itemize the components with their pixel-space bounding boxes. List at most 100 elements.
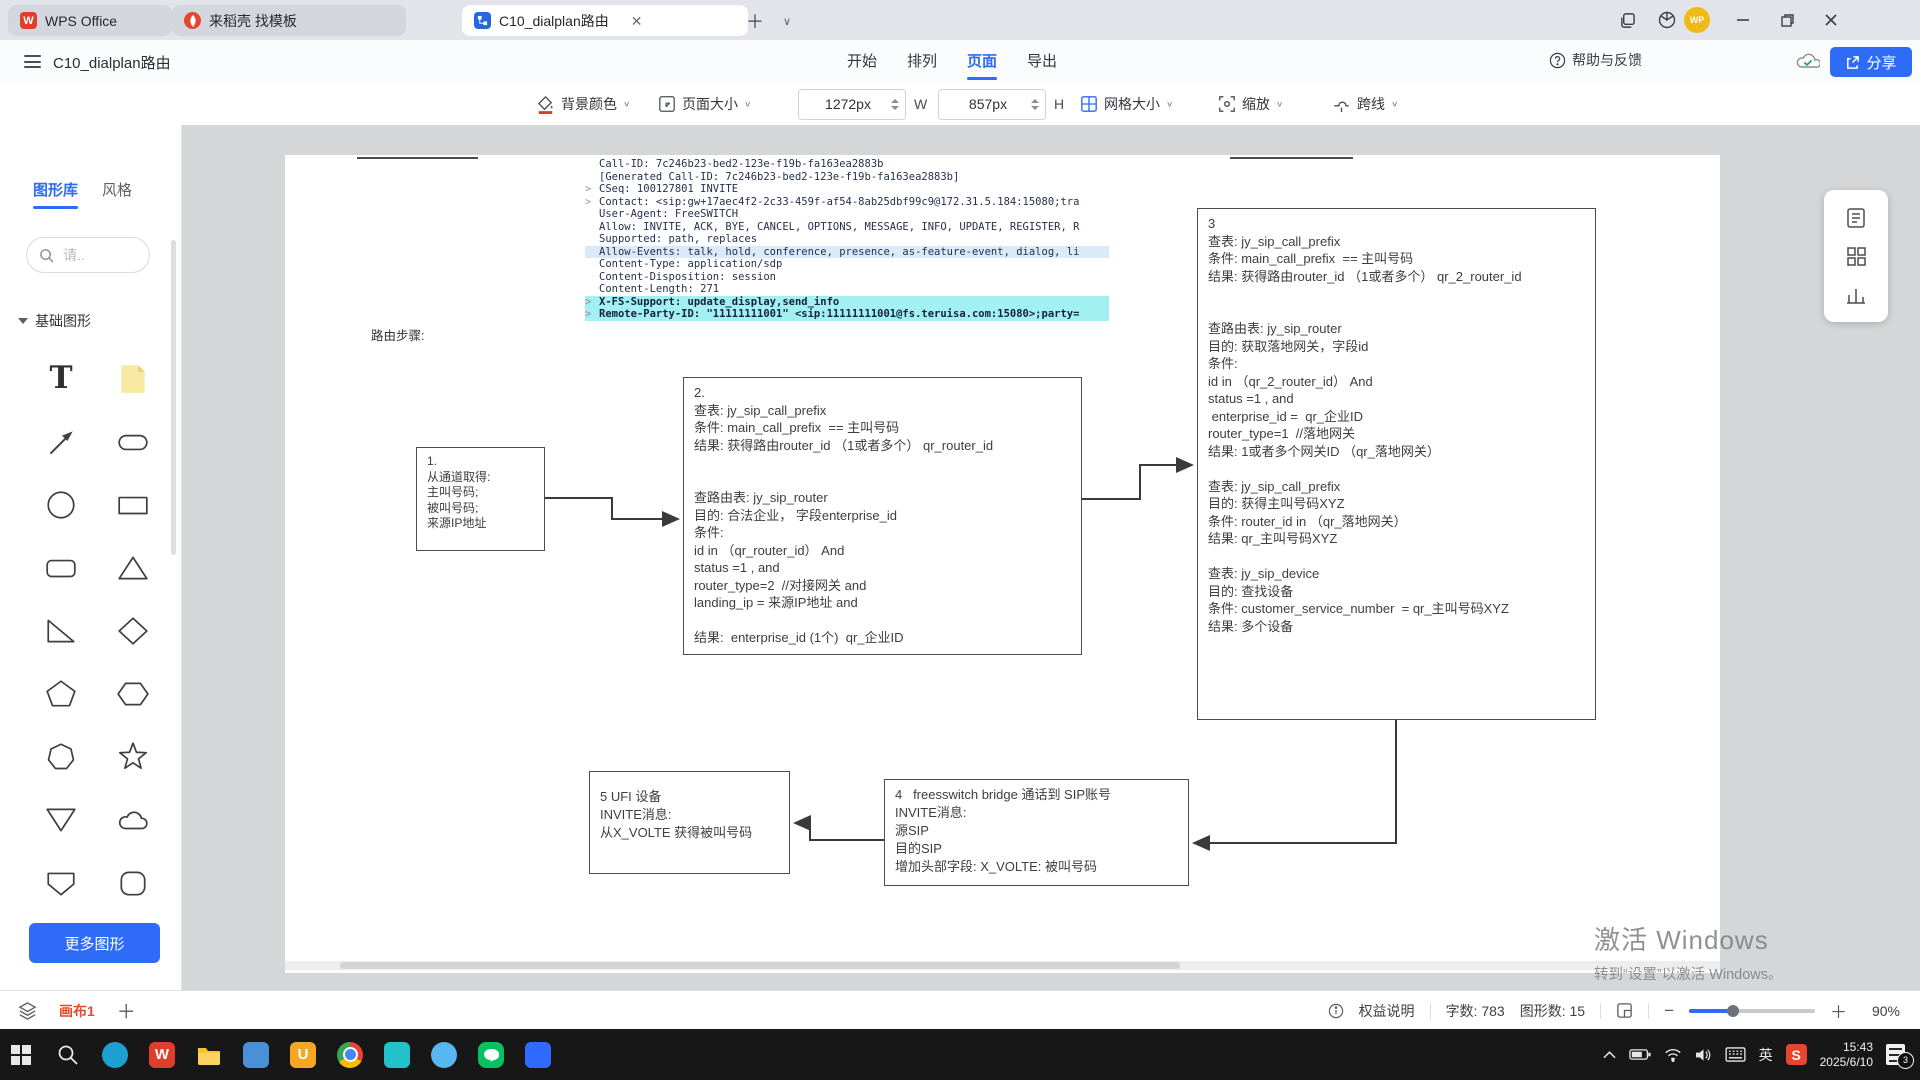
sogou-input-icon[interactable]: S <box>1786 1044 1807 1065</box>
taskbar-icon-chrome-browser[interactable] <box>337 1042 363 1068</box>
sidebar-scrollbar[interactable] <box>171 240 176 555</box>
wifi-icon[interactable] <box>1664 1048 1682 1062</box>
share-button[interactable]: 分享 <box>1830 47 1912 77</box>
more-shapes-button[interactable]: 更多图形 <box>29 923 160 963</box>
battery-icon[interactable] <box>1629 1048 1651 1061</box>
shape-arrow[interactable] <box>33 410 89 473</box>
zoom-button[interactable]: 缩放∨ <box>1218 84 1283 124</box>
shape-rectangle[interactable] <box>105 473 161 536</box>
ribbon-tab-1[interactable]: 开始 <box>845 40 879 84</box>
tab-list-chevron-icon[interactable]: ∨ <box>774 8 800 34</box>
tab-shape-library[interactable]: 图形库 <box>33 179 78 209</box>
workspace: 图形库 风格 基础图形 T 更多图形 Call-ID: 7c246b23-bed… <box>0 125 1920 990</box>
ribbon-tab-4[interactable]: 导出 <box>1025 40 1059 84</box>
workspace-cube-icon[interactable] <box>1652 7 1682 33</box>
main-menu-icon[interactable] <box>24 55 41 68</box>
scrollbar-thumb[interactable] <box>340 962 1180 969</box>
components-panel-icon[interactable] <box>1845 245 1867 267</box>
ime-indicator[interactable]: 英 <box>1759 1045 1773 1065</box>
shape-text[interactable]: T <box>33 347 89 410</box>
taskbar-icon-chat-app[interactable] <box>243 1042 269 1068</box>
page-fit-icon[interactable] <box>1616 1002 1633 1019</box>
help-feedback[interactable]: 帮助与反馈 <box>1549 50 1642 70</box>
hidden-icons-chevron[interactable] <box>1603 1050 1616 1059</box>
shape-search-box[interactable] <box>26 237 150 273</box>
watermark-line2: 转到“设置”以激活 Windows。 <box>1594 963 1783 984</box>
shape-grid: T <box>33 347 161 914</box>
taskbar-icon-start-menu[interactable] <box>8 1042 34 1068</box>
notes-panel-icon[interactable] <box>1845 207 1867 229</box>
canvas-tab-1[interactable]: 画布1 <box>59 1001 95 1021</box>
page-width-stepper[interactable]: 1272px <box>798 89 906 120</box>
taskbar-clock[interactable]: 15:43 2025/6/10 <box>1820 1040 1873 1070</box>
background-color-button[interactable]: 背景颜色∨ <box>536 84 630 124</box>
taskbar-icon-docs-app[interactable] <box>525 1042 551 1068</box>
page-height-group: 857px H <box>938 84 1064 124</box>
app-tab-docer[interactable]: 来稻壳 找模板 <box>172 5 406 36</box>
cloud-sync-icon[interactable] <box>1796 51 1820 71</box>
volume-icon[interactable] <box>1695 1048 1712 1062</box>
new-tab-button[interactable]: ＋ <box>742 8 768 34</box>
rights-link[interactable]: 权益说明 <box>1359 1001 1415 1021</box>
shape-cloud[interactable] <box>105 788 161 851</box>
page-size-button[interactable]: 页面大小∨ <box>658 84 751 124</box>
shape-rounded-square[interactable] <box>105 851 161 914</box>
width-spin-arrows[interactable] <box>891 99 899 110</box>
taskbar-icon-qq[interactable] <box>431 1042 457 1068</box>
structure-panel-icon[interactable] <box>1845 284 1867 306</box>
taskbar-icon-u-app[interactable]: U <box>290 1042 316 1068</box>
layers-icon[interactable] <box>18 1001 37 1020</box>
height-spin-arrows[interactable] <box>1031 99 1039 110</box>
notification-center-icon[interactable]: 3 <box>1886 1044 1910 1066</box>
restore-button[interactable] <box>1772 7 1802 33</box>
add-canvas-button[interactable]: ＋ <box>117 997 136 1024</box>
shape-star[interactable] <box>105 725 161 788</box>
shape-search-input[interactable] <box>61 246 125 264</box>
shape-right-triangle[interactable] <box>33 599 89 662</box>
width-unit-label: W <box>914 96 927 112</box>
zoom-slider[interactable] <box>1689 1009 1815 1013</box>
shape-note[interactable] <box>105 347 161 410</box>
user-avatar[interactable]: WP <box>1684 7 1710 33</box>
taskbar-icon-file-explorer[interactable] <box>196 1042 222 1068</box>
floating-tools-panel <box>1824 190 1888 322</box>
shape-pentagon-down[interactable] <box>33 851 89 914</box>
app-tab-wps-office[interactable]: W WPS Office <box>8 5 172 36</box>
taskbar-icon-edge-browser[interactable] <box>102 1042 128 1068</box>
zoom-slider-knob[interactable] <box>1727 1005 1739 1017</box>
stack-windows-icon[interactable] <box>1612 7 1642 33</box>
minimize-button[interactable] <box>1728 7 1758 33</box>
basic-shapes-section[interactable]: 基础图形 <box>18 311 91 331</box>
zoom-crop-icon <box>1218 95 1236 113</box>
ribbon-tab-2[interactable]: 排列 <box>905 40 939 84</box>
taskbar-icon-wps-office[interactable]: W <box>149 1042 175 1068</box>
close-button[interactable] <box>1816 7 1846 33</box>
close-tab-icon[interactable]: ✕ <box>631 14 643 28</box>
shape-heptagon[interactable] <box>33 725 89 788</box>
taskbar-icon-media-app[interactable] <box>384 1042 410 1068</box>
shape-pentagon[interactable] <box>33 662 89 725</box>
shape-stadium[interactable] <box>105 410 161 473</box>
shape-rounded-rectangle[interactable] <box>33 536 89 599</box>
taskbar-icon-search[interactable] <box>55 1042 81 1068</box>
ribbon-tab-3[interactable]: 页面 <box>965 40 999 84</box>
shape-inverted-triangle[interactable] <box>33 788 89 851</box>
shape-diamond[interactable] <box>105 599 161 662</box>
tab-style[interactable]: 风格 <box>102 179 132 209</box>
zoom-out-button[interactable]: − <box>1664 1001 1674 1021</box>
shape-hexagon[interactable] <box>105 662 161 725</box>
zoom-in-button[interactable]: ＋ <box>1830 998 1847 1023</box>
shape-triangle[interactable] <box>105 536 161 599</box>
shape-circle[interactable] <box>33 473 89 536</box>
taskbar-icon-wechat[interactable] <box>478 1042 504 1068</box>
canvas-page[interactable]: Call-ID: 7c246b23-bed2-123e-f19b-fa163ea… <box>285 155 1720 973</box>
grid-size-button[interactable]: 网格大小∨ <box>1080 84 1173 124</box>
app-tab-document[interactable]: C10_dialplan路由 ✕ <box>462 5 748 36</box>
page-height-stepper[interactable]: 857px <box>938 89 1046 120</box>
canvas-horizontal-scrollbar[interactable] <box>285 961 1720 970</box>
touch-keyboard-icon[interactable] <box>1725 1047 1746 1062</box>
share-label: 分享 <box>1866 52 1896 73</box>
watermark-line1: 激活 Windows <box>1594 920 1783 957</box>
page-toolbar: 背景颜色∨ 页面大小∨ 1272px W 857px H 网格大小∨ 缩放 <box>0 84 1920 126</box>
line-jump-button[interactable]: 跨线∨ <box>1332 84 1398 124</box>
